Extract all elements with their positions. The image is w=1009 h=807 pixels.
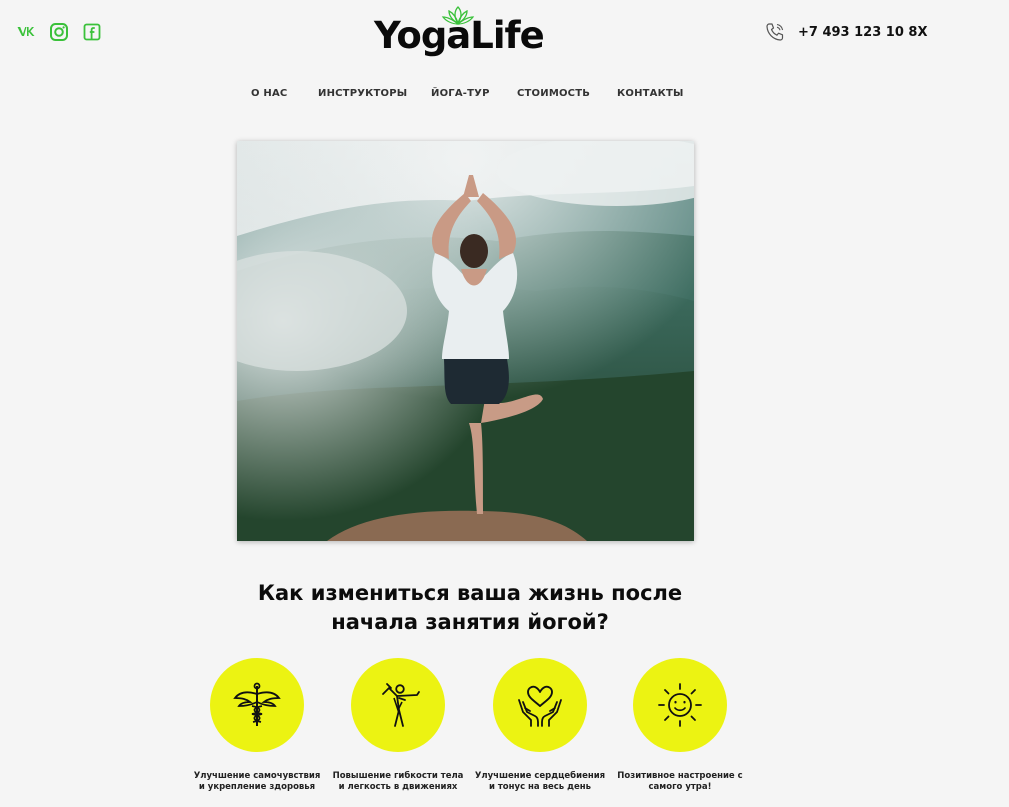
benefit-circle: [351, 658, 445, 752]
facebook-icon[interactable]: [82, 22, 102, 42]
nav-item-pricing[interactable]: СТОИМОСТЬ: [517, 88, 590, 99]
main-nav: О НАС ИНСТРУКТОРЫ ЙОГА-ТУР СТОИМОСТЬ КОН…: [0, 88, 1009, 104]
benefit-circle: [633, 658, 727, 752]
site-logo[interactable]: YogaLife: [374, 4, 545, 60]
nav-item-yoga-tour[interactable]: ЙОГА-ТУР: [431, 88, 490, 99]
yoga-photo: [237, 141, 694, 541]
heart-hands-icon: [518, 685, 562, 727]
benefit-circle: [493, 658, 587, 752]
phone-number: +7 493 123 10 8X: [798, 24, 928, 40]
phone-icon: [766, 23, 784, 41]
nav-item-instructors[interactable]: ИНСТРУКТОРЫ: [318, 88, 407, 99]
hero-image: [237, 141, 694, 541]
phone-contact[interactable]: +7 493 123 10 8X: [764, 21, 927, 43]
instagram-icon[interactable]: [49, 22, 69, 42]
benefits-title-line-1: Как измениться ваша жизнь после: [257, 581, 683, 605]
caduceus-icon: [233, 682, 281, 726]
vk-icon[interactable]: [16, 22, 36, 42]
benefits-list: Улучшение самочувствия и укрепление здор…: [0, 658, 1009, 807]
social-links: [16, 22, 102, 42]
nav-item-contacts[interactable]: КОНТАКТЫ: [617, 88, 684, 99]
nav-item-about[interactable]: О НАС: [251, 88, 287, 99]
caption-line-1: Позитивное настроение с: [617, 771, 743, 781]
yoga-pose-icon: [382, 683, 420, 727]
benefits-title-line-2: начала занятия йогой?: [331, 610, 609, 634]
caption-line-2: самого утра!: [648, 782, 712, 792]
smiling-sun-icon: [658, 683, 702, 727]
benefits-title: Как измениться ваша жизнь после начала з…: [0, 579, 940, 637]
benefit-caption: Позитивное настроение с самого утра!: [595, 771, 765, 793]
site-header: YogaLife +7 493 123 10 8X: [0, 0, 1009, 70]
benefit-circle: [210, 658, 304, 752]
logo-text: YogaLife: [374, 14, 545, 57]
